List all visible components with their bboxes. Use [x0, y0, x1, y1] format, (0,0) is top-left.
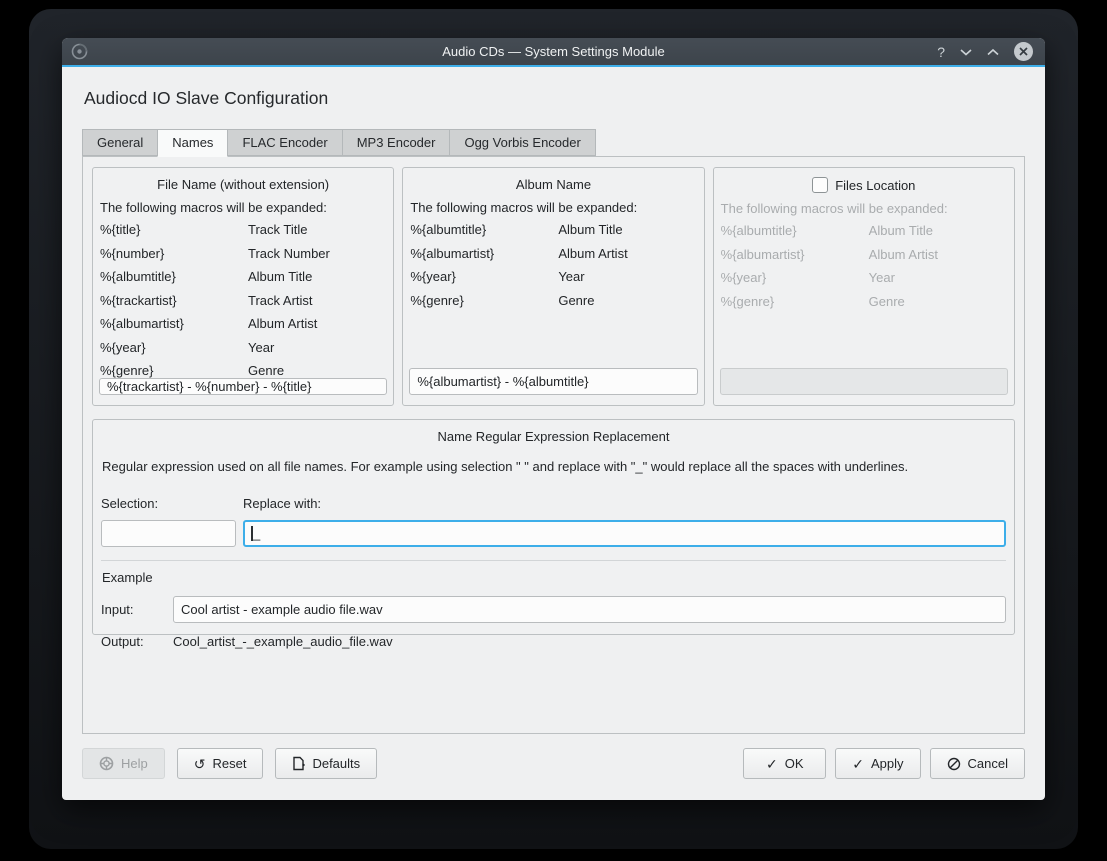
help-button[interactable]: Help: [82, 748, 165, 779]
tab-general[interactable]: General: [82, 129, 157, 156]
replace-with-input[interactable]: _: [243, 520, 1006, 547]
reset-button-label: Reset: [212, 756, 246, 771]
macro-description: Track Artist: [248, 293, 387, 308]
example-output-label: Output:: [101, 634, 173, 649]
album-name-group-title: Album Name: [409, 177, 697, 192]
replace-with-value: _: [253, 526, 260, 541]
regex-description: Regular expression used on all file name…: [102, 459, 1006, 474]
file-name-macro-list: %{title}Track Title %{number}Track Numbe…: [100, 222, 387, 378]
dialog-button-row: Help ↺ Reset Defaults: [82, 748, 1025, 779]
macro-description: Track Title: [248, 222, 387, 237]
macro-description: Year: [558, 269, 697, 284]
macro-description: Album Artist: [869, 247, 1008, 262]
macro-token: %{genre}: [410, 293, 558, 308]
regex-replacement-group: Name Regular Expression Replacement Regu…: [92, 419, 1015, 635]
file-name-macros-intro: The following macros will be expanded:: [100, 200, 387, 215]
apply-check-icon: ✓: [852, 757, 864, 771]
macro-token: %{trackartist}: [100, 293, 248, 308]
tab-ogg-vorbis-encoder[interactable]: Ogg Vorbis Encoder: [449, 129, 595, 156]
dialog-content: Audiocd IO Slave Configuration General N…: [62, 67, 1045, 800]
macro-description: Album Artist: [558, 246, 697, 261]
macro-token: %{albumtitle}: [100, 269, 248, 284]
macro-description: Album Title: [869, 223, 1008, 238]
macro-token: %{albumtitle}: [721, 223, 869, 238]
macro-token: %{genre}: [721, 294, 869, 309]
ok-check-icon: ✓: [766, 757, 778, 771]
close-icon[interactable]: [1014, 42, 1033, 61]
chevron-up-icon[interactable]: [987, 48, 999, 56]
reset-undo-icon: ↺: [194, 757, 206, 771]
help-lifebuoy-icon: [99, 756, 114, 771]
file-name-pattern-input[interactable]: [99, 378, 387, 395]
macro-description: Album Title: [248, 269, 387, 284]
files-location-pattern-input: [720, 368, 1008, 395]
macro-description: Album Title: [558, 222, 697, 237]
album-name-group: Album Name The following macros will be …: [402, 167, 704, 406]
cancel-slash-icon: [947, 757, 961, 771]
macro-token: %{albumtitle}: [410, 222, 558, 237]
page-title: Audiocd IO Slave Configuration: [84, 88, 1023, 109]
files-location-group-title: Files Location: [835, 178, 915, 193]
help-button-label: Help: [121, 756, 148, 771]
macro-description: Genre: [248, 363, 387, 378]
album-name-pattern-input[interactable]: [409, 368, 697, 395]
macro-description: Track Number: [248, 246, 387, 261]
cancel-button[interactable]: Cancel: [930, 748, 1025, 779]
macro-description: Album Artist: [248, 316, 387, 331]
window-title: Audio CDs — System Settings Module: [62, 44, 1045, 59]
chevron-down-icon[interactable]: [960, 48, 972, 56]
macro-description: Year: [248, 340, 387, 355]
macro-token: %{albumartist}: [410, 246, 558, 261]
defaults-button-label: Defaults: [312, 756, 360, 771]
macro-description: Genre: [869, 294, 1008, 309]
defaults-document-icon: [292, 756, 305, 771]
ok-button[interactable]: ✓ OK: [743, 748, 826, 779]
selection-label: Selection:: [101, 496, 243, 511]
ok-button-label: OK: [785, 756, 804, 771]
files-location-macros-intro: The following macros will be expanded:: [721, 201, 1008, 216]
file-name-group-title: File Name (without extension): [99, 177, 387, 192]
cancel-button-label: Cancel: [968, 756, 1008, 771]
macro-token: %{albumartist}: [100, 316, 248, 331]
apply-button-label: Apply: [871, 756, 904, 771]
selection-input[interactable]: [101, 520, 236, 547]
tab-flac-encoder[interactable]: FLAC Encoder: [228, 129, 341, 156]
tab-bar: General Names FLAC Encoder MP3 Encoder O…: [82, 129, 1025, 156]
example-input-field[interactable]: [173, 596, 1006, 623]
example-label: Example: [102, 570, 1006, 585]
album-name-macros-intro: The following macros will be expanded:: [410, 200, 697, 215]
macro-token: %{number}: [100, 246, 248, 261]
tab-names[interactable]: Names: [157, 129, 228, 157]
files-location-macro-list: %{albumtitle}Album Title %{albumartist}A…: [721, 223, 1008, 309]
macro-token: %{year}: [410, 269, 558, 284]
macro-description: Year: [869, 270, 1008, 285]
album-name-macro-list: %{albumtitle}Album Title %{albumartist}A…: [410, 222, 697, 308]
macro-description: Genre: [558, 293, 697, 308]
audio-cd-app-icon: [71, 43, 88, 60]
files-location-checkbox[interactable]: [812, 177, 828, 193]
titlebar[interactable]: Audio CDs — System Settings Module ?: [62, 38, 1045, 65]
tab-mp3-encoder[interactable]: MP3 Encoder: [342, 129, 450, 156]
file-name-group: File Name (without extension) The follow…: [92, 167, 394, 406]
macro-token: %{albumartist}: [721, 247, 869, 262]
replace-with-label: Replace with:: [243, 496, 1006, 511]
example-input-label: Input:: [101, 602, 173, 617]
defaults-button[interactable]: Defaults: [275, 748, 377, 779]
names-tab-panel: File Name (without extension) The follow…: [82, 156, 1025, 734]
macro-token: %{title}: [100, 222, 248, 237]
reset-button[interactable]: ↺ Reset: [177, 748, 264, 779]
settings-window: Audio CDs — System Settings Module ? Aud…: [62, 38, 1045, 800]
regex-group-title: Name Regular Expression Replacement: [101, 429, 1006, 444]
macro-token: %{genre}: [100, 363, 248, 378]
help-titlebar-button[interactable]: ?: [937, 45, 945, 59]
example-output-value: Cool_artist_-_example_audio_file.wav: [173, 634, 393, 649]
macro-token: %{year}: [100, 340, 248, 355]
macro-token: %{year}: [721, 270, 869, 285]
apply-button[interactable]: ✓ Apply: [835, 748, 920, 779]
separator: [101, 560, 1006, 561]
files-location-group: Files Location The following macros will…: [713, 167, 1015, 406]
